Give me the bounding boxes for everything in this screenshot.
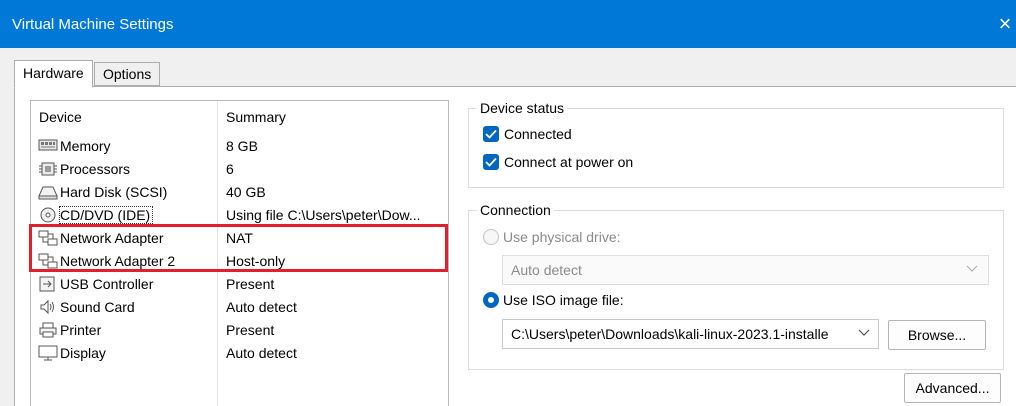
use-iso-image-label[interactable]: Use ISO image file: [503,292,624,308]
iso-path-value: C:\Users\peter\Downloads\kali-linux-2023… [511,326,829,342]
device-name: Hard Disk (SCSI) [60,184,168,200]
summary-column-header[interactable]: Summary [226,109,286,125]
device-row-sound-card[interactable]: Sound Card Auto detect [31,296,448,319]
device-row-memory[interactable]: Memory 8 GB [31,135,448,158]
physical-drive-select[interactable]: Auto detect [502,255,989,285]
display-icon [38,345,60,362]
device-summary: Present [226,322,275,338]
connect-at-power-on-checkbox[interactable] [483,154,499,170]
iso-path-select[interactable]: C:\Users\peter\Downloads\kali-linux-2023… [502,319,879,349]
hard-disk-icon [38,184,60,201]
device-name: USB Controller [60,276,154,292]
title-bar: Virtual Machine Settings × [0,0,1016,48]
cd-dvd-icon [38,207,60,224]
device-row-usb-controller[interactable]: USB Controller Present [31,273,448,296]
device-summary: 40 GB [226,184,266,200]
window-title: Virtual Machine Settings [12,16,174,33]
device-row-processors[interactable]: Processors 6 [31,158,448,181]
device-row-hard-disk[interactable]: Hard Disk (SCSI) 40 GB [31,181,448,204]
highlight-box [29,224,448,272]
chevron-down-icon [858,326,870,340]
device-status-legend: Device status [477,100,568,116]
printer-icon [38,322,60,339]
device-summary: Auto detect [226,299,297,315]
tab-hardware[interactable]: Hardware [14,60,93,88]
device-name: Processors [60,161,131,177]
use-physical-drive-label[interactable]: Use physical drive: [503,229,621,245]
device-status-group: Device status [468,100,1004,188]
device-row-display[interactable]: Display Auto detect [31,342,448,365]
close-icon[interactable]: × [994,8,1016,40]
device-name: Printer [60,322,102,338]
physical-drive-value: Auto detect [511,262,582,278]
checkmark-icon [485,129,497,139]
device-summary: Present [226,276,275,292]
sound-icon [38,299,60,316]
device-name: Memory [60,138,111,154]
tab-options[interactable]: Options [94,62,161,86]
processor-icon [38,161,60,178]
chevron-down-icon [966,262,978,276]
device-row-printer[interactable]: Printer Present [31,319,448,342]
device-name: Sound Card [60,299,135,315]
device-summary: 8 GB [226,138,258,154]
connected-checkbox[interactable] [483,126,499,142]
device-name: Display [60,345,106,361]
connection-legend: Connection [477,202,554,218]
device-summary: Using file C:\Users\peter\Dow... [226,207,421,223]
memory-icon [38,138,60,155]
usb-icon [38,276,60,293]
use-physical-drive-radio[interactable] [483,229,499,245]
connected-label[interactable]: Connected [504,126,572,142]
device-summary: Auto detect [226,345,297,361]
checkmark-icon [485,157,497,167]
browse-button[interactable]: Browse... [888,320,986,350]
device-name: CD/DVD (IDE) [58,206,154,224]
use-iso-image-radio[interactable] [483,292,499,308]
advanced-button[interactable]: Advanced... [904,373,1001,403]
connect-at-power-on-label[interactable]: Connect at power on [504,154,633,170]
device-column-header[interactable]: Device [39,109,82,125]
device-summary: 6 [226,161,234,177]
